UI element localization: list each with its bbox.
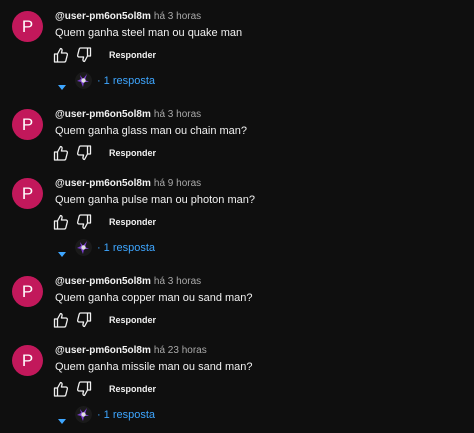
replies-count[interactable]: · 1 resposta xyxy=(97,408,155,422)
view-replies-button[interactable]: · 1 resposta xyxy=(58,239,198,257)
creator-avatar-icon xyxy=(75,72,92,89)
replies-label: 1 resposta xyxy=(103,242,156,254)
chevron-down-icon xyxy=(58,412,66,424)
avatar[interactable]: P xyxy=(12,276,43,307)
comment-actions: Responder xyxy=(53,214,253,230)
thumbs-down-icon[interactable] xyxy=(76,381,92,397)
reply-button[interactable]: Responder xyxy=(109,147,156,159)
view-replies-button[interactable]: · 1 resposta xyxy=(58,406,198,424)
comment-actions: Responder xyxy=(53,381,253,397)
author-name[interactable]: @user-pm6on5ol8m xyxy=(55,109,151,120)
reply-button[interactable]: Responder xyxy=(109,49,156,61)
reply-button[interactable]: Responder xyxy=(109,216,156,228)
comment-header: @user-pm6on5ol8m há 3 horas xyxy=(55,276,201,288)
avatar[interactable]: P xyxy=(12,109,43,140)
comment-text: Quem ganha glass man ou chain man? xyxy=(55,125,248,137)
thumbs-up-icon[interactable] xyxy=(53,145,69,161)
replies-count[interactable]: · 1 resposta xyxy=(97,241,155,255)
thumbs-up-icon[interactable] xyxy=(53,47,69,63)
avatar[interactable]: P xyxy=(12,11,43,42)
comment-actions: Responder xyxy=(53,312,253,328)
author-name[interactable]: @user-pm6on5ol8m xyxy=(55,11,151,22)
thumbs-up-icon[interactable] xyxy=(53,381,69,397)
comment-time[interactable]: há 3 horas xyxy=(154,109,201,120)
comment-header: @user-pm6on5ol8m há 3 horas xyxy=(55,109,201,121)
comment-text: Quem ganha pulse man ou photon man? xyxy=(55,194,255,206)
chevron-down-icon xyxy=(58,78,66,90)
reply-button[interactable]: Responder xyxy=(109,383,156,395)
comment-text: Quem ganha copper man ou sand man? xyxy=(55,292,253,304)
avatar[interactable]: P xyxy=(12,178,43,209)
reply-button[interactable]: Responder xyxy=(109,314,156,326)
chevron-down-icon xyxy=(58,245,66,257)
comment-header: @user-pm6on5ol8m há 3 horas xyxy=(55,11,201,23)
comment-time[interactable]: há 3 horas xyxy=(154,11,201,22)
view-replies-button[interactable]: · 1 resposta xyxy=(58,72,198,90)
creator-avatar-icon xyxy=(75,406,92,423)
comment-time[interactable]: há 3 horas xyxy=(154,276,201,287)
author-name[interactable]: @user-pm6on5ol8m xyxy=(55,178,151,189)
thumbs-down-icon[interactable] xyxy=(76,312,92,328)
comment-header: @user-pm6on5ol8m há 23 horas xyxy=(55,345,207,357)
author-name[interactable]: @user-pm6on5ol8m xyxy=(55,276,151,287)
thumbs-up-icon[interactable] xyxy=(53,312,69,328)
comment-time[interactable]: há 23 horas xyxy=(154,345,207,356)
comment-actions: Responder xyxy=(53,145,253,161)
replies-label: 1 resposta xyxy=(103,409,156,421)
thumbs-down-icon[interactable] xyxy=(76,214,92,230)
author-name[interactable]: @user-pm6on5ol8m xyxy=(55,345,151,356)
comment-header: @user-pm6on5ol8m há 9 horas xyxy=(55,178,201,190)
comment-text: Quem ganha missile man ou sand man? xyxy=(55,361,253,373)
thumbs-down-icon[interactable] xyxy=(76,47,92,63)
replies-count[interactable]: · 1 resposta xyxy=(97,74,155,88)
comment-text: Quem ganha steel man ou quake man xyxy=(55,27,243,39)
replies-label: 1 resposta xyxy=(103,75,156,87)
comment-actions: Responder xyxy=(53,47,253,63)
thumbs-up-icon[interactable] xyxy=(53,214,69,230)
creator-avatar-icon xyxy=(75,239,92,256)
thumbs-down-icon[interactable] xyxy=(76,145,92,161)
comment-time[interactable]: há 9 horas xyxy=(154,178,201,189)
avatar[interactable]: P xyxy=(12,345,43,376)
